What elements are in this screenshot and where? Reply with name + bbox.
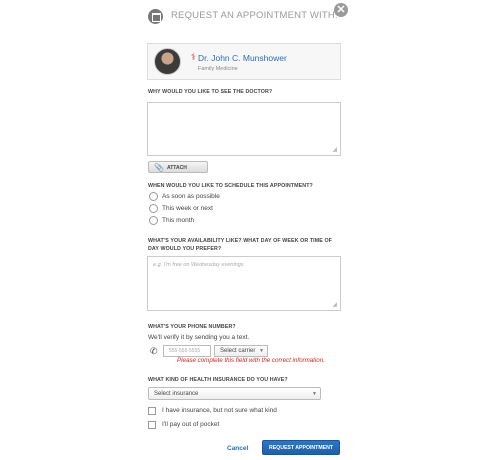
chevron-down-icon: ▼ — [312, 391, 317, 397]
phone-icon: ✆ — [150, 346, 158, 356]
paperclip-icon: 📎 — [154, 163, 164, 172]
radio-icon[interactable] — [149, 204, 158, 213]
radio-icon[interactable] — [149, 192, 158, 201]
modal-title: REQUEST AN APPOINTMENT WITH: — [171, 10, 338, 21]
medical-staff-icon: ⚕ — [191, 52, 196, 62]
doctor-name[interactable]: Dr. John C. Munshower — [198, 53, 287, 63]
chevron-down-icon: ▼ — [259, 348, 264, 354]
insurance-label: WHAT KIND OF HEALTH INSURANCE DO YOU HAV… — [148, 377, 288, 383]
radio-icon[interactable] — [149, 216, 158, 225]
availability-label-line1: WHAT'S YOUR AVAILABILITY LIKE? WHAT DAY … — [148, 238, 333, 244]
availability-label-line2: DAY WOULD YOU PREFER? — [148, 246, 222, 252]
checkbox[interactable] — [148, 407, 156, 415]
phone-subtext: We'll verify it by sending you a text. — [148, 334, 250, 341]
phone-input[interactable]: 555-555-5555 — [163, 345, 211, 357]
insurance-option-label: I'll pay out of pocket — [162, 421, 220, 428]
doctor-avatar — [154, 48, 181, 75]
request-appointment-label: REQUEST APPOINTMENT — [268, 445, 334, 451]
schedule-option-label: As soon as possible — [162, 193, 220, 200]
request-appointment-button[interactable]: REQUEST APPOINTMENT — [262, 440, 340, 455]
resize-handle-icon[interactable]: ◢ — [332, 146, 337, 153]
availability-textarea[interactable]: e.g. I'm free on Wednesday evenings. ◢ — [147, 256, 341, 311]
phone-placeholder: 555-555-5555 — [169, 348, 201, 354]
attach-label: ATTACH — [167, 165, 187, 171]
reason-label: WHY WOULD YOU LIKE TO SEE THE DOCTOR? — [148, 89, 273, 95]
cancel-link[interactable]: Cancel — [227, 445, 248, 452]
reason-textarea[interactable]: ◢ — [147, 102, 341, 156]
resize-handle-icon[interactable]: ◢ — [332, 301, 337, 308]
calendar-icon — [148, 9, 163, 24]
attach-button[interactable]: 📎 ATTACH — [148, 161, 208, 173]
phone-error-message: Please complete this field with the corr… — [177, 357, 325, 364]
availability-placeholder: e.g. I'm free on Wednesday evenings. — [153, 262, 246, 268]
schedule-option-label: This week or next — [162, 205, 213, 212]
phone-label: WHAT'S YOUR PHONE NUMBER? — [148, 324, 236, 330]
schedule-option-label: This month — [162, 217, 195, 224]
doctor-card: ⚕ Dr. John C. Munshower Family Medicine — [147, 43, 341, 80]
insurance-select[interactable]: Select insurance ▼ — [148, 387, 321, 400]
insurance-select-label: Select insurance — [154, 391, 199, 397]
insurance-option-label: I have insurance, but not sure what kind — [162, 407, 277, 414]
modal-header: REQUEST AN APPOINTMENT WITH: — [148, 8, 348, 26]
carrier-select-label: Select carrier — [220, 348, 256, 354]
doctor-specialty: Family Medicine — [198, 66, 238, 72]
checkbox[interactable] — [148, 421, 156, 429]
carrier-select[interactable]: Select carrier ▼ — [214, 345, 268, 357]
schedule-label: WHEN WOULD YOU LIKE TO SCHEDULE THIS APP… — [148, 183, 313, 189]
